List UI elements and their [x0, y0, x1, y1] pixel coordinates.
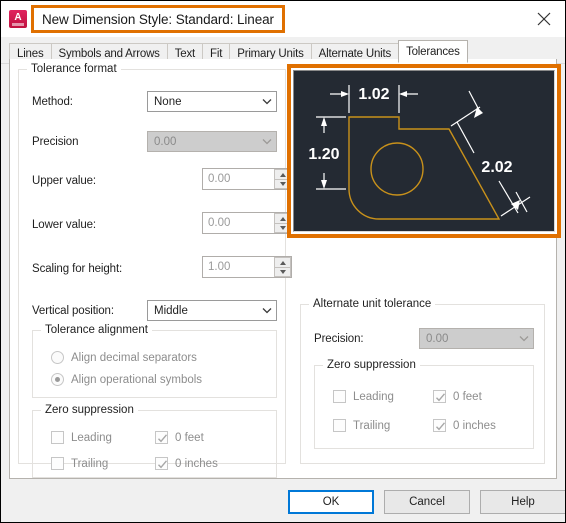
checkbox-indicator [333, 390, 346, 403]
vertical-position-label: Vertical position: [32, 305, 114, 317]
checkbox-indicator [433, 419, 446, 432]
checkbox-indicator [51, 457, 64, 470]
radio-indicator [51, 373, 64, 386]
checkbox-indicator [155, 457, 168, 470]
upper-value-stepper[interactable]: 0.00 [202, 168, 292, 190]
tab-tolerances[interactable]: Tolerances [398, 40, 468, 63]
lower-value-label: Lower value: [32, 219, 97, 231]
title-highlight-box: New Dimension Style: Standard: Linear [31, 5, 285, 33]
checkbox-alt-leading[interactable]: Leading [333, 390, 394, 403]
scaling-for-height-input[interactable]: 1.00 [203, 257, 273, 277]
checkbox-indicator [433, 390, 446, 403]
checkbox-alt-0-feet[interactable]: 0 feet [433, 390, 482, 403]
lower-value-stepper[interactable]: 0.00 [202, 212, 292, 234]
checkbox-label: Leading [353, 390, 394, 403]
tolerance-format-group: Tolerance format Method: None Precision … [18, 63, 292, 478]
checkbox-label: Trailing [353, 419, 391, 432]
autocad-a-icon: A [9, 10, 27, 28]
cancel-button[interactable]: Cancel [384, 490, 470, 514]
upper-value-input[interactable]: 0.00 [203, 169, 273, 189]
checkbox-leading[interactable]: Leading [51, 431, 112, 444]
dimension-style-dialog: A New Dimension Style: Standard: Linear … [0, 0, 566, 523]
dim-text-1-20: 1.20 [308, 146, 339, 163]
preview-highlight-box: 1.02 1.20 2.02 [287, 64, 561, 238]
dim-text-1-02: 1.02 [358, 86, 389, 103]
dim-text-2-02: 2.02 [481, 159, 512, 176]
scaling-for-height-decrement[interactable] [274, 267, 291, 277]
dimension-style-preview: 1.02 1.20 2.02 [293, 70, 555, 232]
alt-precision-label: Precision: [314, 333, 364, 345]
scaling-for-height-label: Scaling for height: [32, 263, 123, 275]
vertical-position-combo[interactable]: Middle [147, 300, 277, 321]
checkbox-indicator [51, 431, 64, 444]
scaling-for-height-increment[interactable] [274, 257, 291, 267]
precision-label: Precision [32, 136, 79, 148]
chevron-down-icon [258, 138, 276, 145]
checkbox-alt-trailing[interactable]: Trailing [333, 419, 390, 432]
lower-value-input[interactable]: 0.00 [203, 213, 273, 233]
chevron-down-icon [515, 335, 533, 342]
alternate-unit-tolerance-group-label: Alternate unit tolerance [309, 298, 436, 310]
ok-button[interactable]: OK [288, 490, 374, 514]
checkbox-label: 0 feet [453, 390, 482, 403]
radio-align-operational-symbols[interactable]: Align operational symbols [51, 373, 202, 386]
checkbox-indicator [155, 431, 168, 444]
zero-suppression-alternate-group: Zero suppression Leading 0 feet Trailing [314, 359, 534, 449]
zero-suppression-group-label: Zero suppression [41, 404, 138, 416]
title-bar: A New Dimension Style: Standard: Linear [1, 1, 565, 37]
tolerance-alignment-group-label: Tolerance alignment [41, 324, 152, 336]
radio-label: Align decimal separators [71, 351, 197, 364]
precision-combo[interactable]: 0.00 [147, 131, 277, 152]
checkbox-label: Leading [71, 431, 112, 444]
alt-precision-combo[interactable]: 0.00 [419, 328, 534, 349]
tolerance-format-group-label: Tolerance format [27, 63, 121, 75]
checkbox-0-inches[interactable]: 0 inches [155, 457, 218, 470]
method-label: Method: [32, 96, 73, 108]
zero-suppression-group-label: Zero suppression [323, 359, 420, 371]
checkbox-indicator [333, 419, 346, 432]
method-value: None [154, 95, 182, 108]
radio-indicator [51, 351, 64, 364]
checkbox-label: Trailing [71, 457, 109, 470]
scaling-for-height-stepper[interactable]: 1.00 [202, 256, 292, 278]
alternate-unit-tolerance-group: Alternate unit tolerance Precision: 0.00… [300, 298, 545, 464]
method-combo[interactable]: None [147, 91, 277, 112]
checkbox-0-feet[interactable]: 0 feet [155, 431, 204, 444]
close-icon[interactable] [529, 5, 559, 33]
upper-value-label: Upper value: [32, 175, 97, 187]
chevron-down-icon [258, 307, 276, 314]
help-button[interactable]: Help [480, 490, 565, 514]
zero-suppression-primary-group: Zero suppression Leading 0 feet Trailing [32, 404, 277, 478]
checkbox-label: 0 inches [175, 457, 218, 470]
radio-label: Align operational symbols [71, 373, 203, 386]
checkbox-trailing[interactable]: Trailing [51, 457, 108, 470]
alt-precision-value: 0.00 [426, 332, 449, 345]
radio-align-decimal-separators[interactable]: Align decimal separators [51, 351, 197, 364]
vertical-position-value: Middle [154, 304, 188, 317]
window-title: New Dimension Style: Standard: Linear [42, 11, 274, 27]
tolerance-alignment-group: Tolerance alignment Align decimal separa… [32, 324, 277, 398]
checkbox-label: 0 inches [453, 419, 496, 432]
precision-value: 0.00 [154, 135, 177, 148]
chevron-down-icon [258, 98, 276, 105]
checkbox-label: 0 feet [175, 431, 204, 444]
checkbox-alt-0-inches[interactable]: 0 inches [433, 419, 496, 432]
